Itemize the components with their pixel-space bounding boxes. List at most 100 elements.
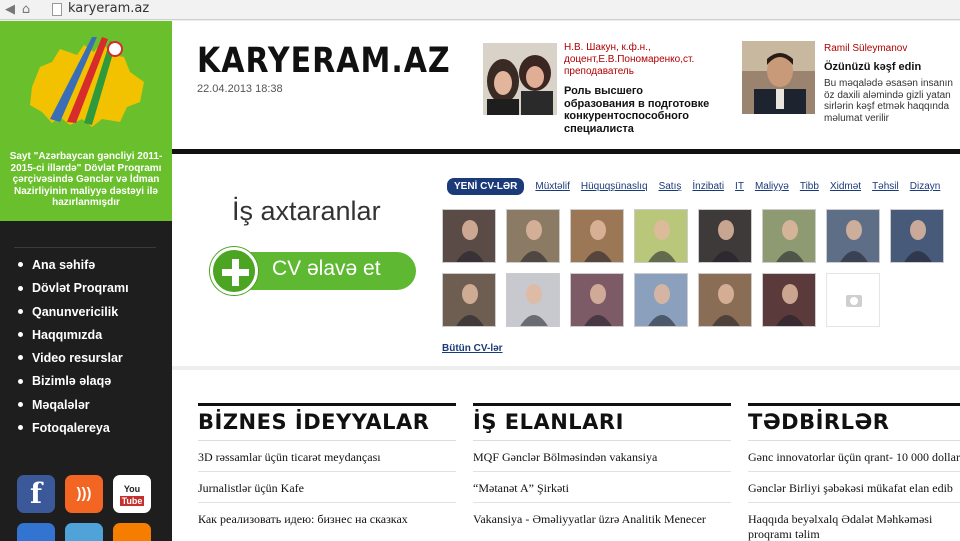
- person-photo-image: [648, 220, 676, 262]
- person-photo-image: [520, 220, 548, 262]
- column-title[interactable]: TƏDBİRLƏR: [748, 403, 960, 441]
- menu-item-label: Video resurslar: [32, 351, 123, 366]
- cv-thumbnail[interactable]: [570, 209, 624, 263]
- cv-thumbnail[interactable]: [698, 209, 752, 263]
- tab-design[interactable]: Dizayn: [910, 181, 941, 192]
- forward-arrow-icon[interactable]: ⌂: [18, 2, 34, 18]
- menu-item-label: Məqalələr: [32, 397, 90, 412]
- bullet-icon: [18, 378, 23, 384]
- cv-thumbnail[interactable]: [442, 209, 496, 263]
- menu-item-gallery[interactable]: Fotoqalereya: [18, 421, 129, 444]
- rss-icon[interactable]: ))): [65, 475, 103, 513]
- bullet-icon: [18, 285, 23, 291]
- header-date: 22.04.2013 18:38: [197, 83, 283, 95]
- page-icon: [52, 3, 62, 16]
- news-item[interactable]: Jurnalistlər üçün Kafe: [198, 472, 456, 503]
- cv-thumbnail[interactable]: [698, 273, 752, 327]
- menu-item-video[interactable]: Video resurslar: [18, 351, 129, 374]
- cv-thumbnail[interactable]: [570, 273, 624, 327]
- menu-item-legislation[interactable]: Qanunvericilik: [18, 305, 129, 328]
- news-item[interactable]: “Mətanət A” Şirkəti: [473, 472, 731, 503]
- person-photo-image: [456, 220, 484, 262]
- blogger-icon[interactable]: [113, 523, 151, 541]
- tab-it[interactable]: IT: [735, 181, 744, 192]
- person-photo-image: [456, 284, 484, 326]
- person-photo-image: [712, 220, 740, 262]
- news-item[interactable]: Haqqıda beyəlxalq Ədalət Məhkəməsi proqr…: [748, 503, 960, 541]
- cv-thumbnail[interactable]: [634, 209, 688, 263]
- back-arrow-icon[interactable]: ◀: [2, 2, 18, 18]
- cv-thumbnail-placeholder[interactable]: [826, 273, 880, 327]
- facebook-icon[interactable]: f: [17, 475, 55, 513]
- article-author[interactable]: Н.В. Шакун, к.ф.н., доцент,Е.В.Пономарен…: [564, 42, 714, 78]
- article-photo[interactable]: [483, 43, 557, 115]
- add-cv-button[interactable]: CV əlavə et: [210, 247, 416, 295]
- tab-education[interactable]: Təhsil: [872, 181, 899, 192]
- article-title[interactable]: Özünüzü kəşf edin: [824, 61, 954, 74]
- cv-thumbnail[interactable]: [826, 209, 880, 263]
- article-photo[interactable]: [742, 41, 815, 114]
- globe-icon[interactable]: [65, 523, 103, 541]
- person-photo-image: [648, 284, 676, 326]
- news-section: BİZNES İDEYYALAR 3D rəssamlar üçün ticar…: [172, 370, 960, 541]
- menu-item-contact[interactable]: Bizimlə əlaqə: [18, 374, 129, 397]
- cv-section: İş axtaranlar CV əlavə et YENİ CV-LƏR Müx…: [172, 154, 960, 366]
- cv-category-tabs: YENİ CV-LƏR Müxtəlif Hüquqşünaslıq Satış İnz…: [447, 176, 951, 195]
- tab-various[interactable]: Müxtəlif: [535, 181, 569, 192]
- menu-item-articles[interactable]: Məqalələr: [18, 398, 129, 421]
- menu-item-home[interactable]: Ana səhifə: [18, 258, 129, 281]
- cv-thumbnail[interactable]: [442, 273, 496, 327]
- browser-toolbar: ◀ ⌂ karyeram.az: [0, 0, 960, 20]
- article-author[interactable]: Ramil Süleymanov: [824, 43, 954, 55]
- cv-thumbnail[interactable]: [762, 273, 816, 327]
- news-item[interactable]: Vakansiya - Əməliyyatlar üzrə Analitik M…: [473, 503, 731, 541]
- camera-icon: [846, 295, 862, 307]
- cv-thumbnail[interactable]: [506, 273, 560, 327]
- cv-thumbnail[interactable]: [890, 209, 944, 263]
- person-photo-image: [904, 220, 932, 262]
- delicious-icon[interactable]: [17, 523, 55, 541]
- menu-item-label: Bizimlə əlaqə: [32, 374, 112, 389]
- author-photo-image: [742, 41, 815, 114]
- news-item[interactable]: 3D rəssamlar üçün ticarət meydançası: [198, 441, 456, 472]
- tab-admin[interactable]: İnzibati: [692, 181, 724, 192]
- site-header: KARYERAM.AZ 22.04.2013 18:38 Н.В. Шакун,…: [172, 21, 960, 149]
- person-photo-image: [584, 284, 612, 326]
- news-item[interactable]: MQF Gənclər Bölməsindən vakansiya: [473, 441, 731, 472]
- tab-finance[interactable]: Maliyyə: [755, 181, 789, 192]
- tab-sales[interactable]: Satış: [659, 181, 682, 192]
- azerbaijan-map-logo[interactable]: [22, 27, 152, 147]
- tab-medicine[interactable]: Tibb: [800, 181, 819, 192]
- cv-thumbnail[interactable]: [506, 209, 560, 263]
- column-title[interactable]: BİZNES İDEYYALAR: [198, 403, 456, 441]
- all-cvs-link[interactable]: Bütün CV-lər: [442, 343, 503, 354]
- sidebar: Sayt "Azərbaycan gəncliyi 2011-2015-ci i…: [0, 21, 172, 541]
- site-logo[interactable]: KARYERAM.AZ: [197, 41, 451, 81]
- menu-item-label: Haqqımızda: [32, 327, 103, 342]
- menu-item-about[interactable]: Haqqımızda: [18, 328, 129, 351]
- column-title[interactable]: İŞ ELANLARI: [473, 403, 731, 441]
- person-photo-image: [776, 220, 804, 262]
- tab-law[interactable]: Hüquqşünaslıq: [581, 181, 648, 192]
- news-item[interactable]: Gənc innovatorlar üçün qrant- 10 000 dol…: [748, 441, 960, 472]
- tab-service[interactable]: Xidmət: [830, 181, 861, 192]
- cv-thumbnail[interactable]: [634, 273, 688, 327]
- authors-photo-image: [483, 43, 557, 115]
- add-cv-label: CV əlavə et: [272, 257, 381, 280]
- news-item[interactable]: Gənclər Birliyi şəbəkəsi mükafat elan ed…: [748, 472, 960, 503]
- bullet-icon: [18, 355, 23, 361]
- sidebar-logo-panel: Sayt "Azərbaycan gəncliyi 2011-2015-ci i…: [0, 21, 172, 221]
- tab-new-cvs[interactable]: YENİ CV-LƏR: [447, 178, 525, 195]
- menu-item-state-program[interactable]: Dövlət Proqramı: [18, 281, 129, 304]
- job-seekers-title: İş axtaranlar: [232, 196, 381, 226]
- news-column-business: BİZNES İDEYYALAR 3D rəssamlar üçün ticar…: [198, 403, 456, 541]
- news-item[interactable]: Как реализовать идею: бизнес на сказках: [198, 503, 456, 541]
- sidebar-divider: [14, 247, 156, 248]
- person-photo-image: [520, 284, 548, 326]
- youtube-icon[interactable]: You Tube: [113, 475, 151, 513]
- cv-thumbnail[interactable]: [762, 209, 816, 263]
- article-title[interactable]: Роль высшего образования в подготовке ко…: [564, 85, 714, 135]
- news-column-jobs: İŞ ELANLARI MQF Gənclər Bölməsindən vaka…: [473, 403, 731, 541]
- person-photo-image: [584, 220, 612, 262]
- address-bar[interactable]: karyeram.az: [68, 1, 149, 16]
